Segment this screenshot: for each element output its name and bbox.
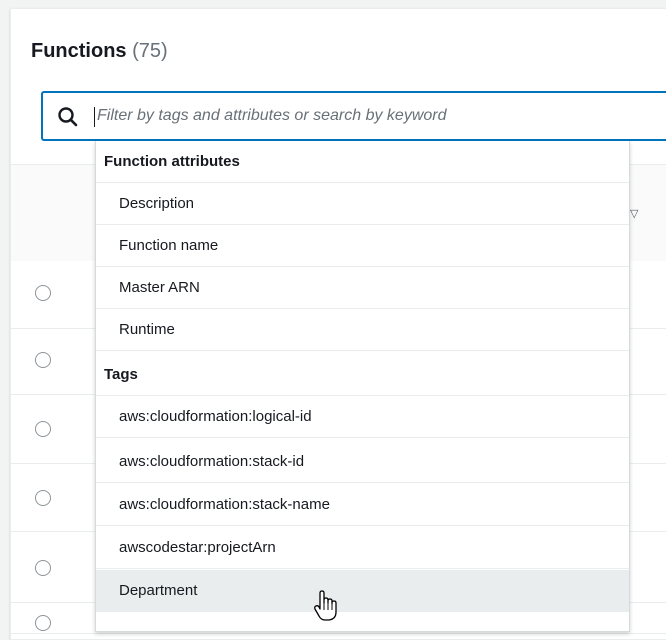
option-department[interactable]: Department — [96, 570, 629, 612]
search-input[interactable] — [97, 101, 657, 131]
text-caret — [94, 107, 95, 127]
group-header-function-attributes: Function attributes — [96, 141, 629, 183]
search-icon — [58, 107, 78, 127]
filter-property-dropdown: Function attributes Description Function… — [95, 141, 630, 632]
function-count: (75) — [132, 40, 168, 62]
row-select-radio[interactable] — [35, 615, 51, 631]
row-select-radio[interactable] — [35, 560, 51, 576]
option-cloudformation-logical-id[interactable]: aws:cloudformation:logical-id — [96, 396, 629, 438]
option-runtime[interactable]: Runtime — [96, 309, 629, 351]
row-select-radio[interactable] — [35, 421, 51, 437]
option-function-name[interactable]: Function name — [96, 225, 629, 267]
hand-pointer-cursor-icon — [314, 590, 337, 621]
group-header-tags: Tags — [96, 354, 629, 396]
row-select-radio[interactable] — [35, 285, 51, 301]
filter-search-box[interactable] — [42, 92, 666, 140]
sort-descending-icon[interactable]: ▽ — [630, 207, 638, 220]
page-title: Functions (75) — [31, 37, 168, 65]
option-codestar-project-arn[interactable]: awscodestar:projectArn — [96, 527, 629, 569]
row-select-radio[interactable] — [35, 352, 51, 368]
row-select-radio[interactable] — [35, 490, 51, 506]
title-text: Functions — [31, 40, 127, 62]
option-cloudformation-stack-id[interactable]: aws:cloudformation:stack-id — [96, 441, 629, 483]
option-master-arn[interactable]: Master ARN — [96, 267, 629, 309]
option-description[interactable]: Description — [96, 183, 629, 225]
option-cloudformation-stack-name[interactable]: aws:cloudformation:stack-name — [96, 484, 629, 526]
